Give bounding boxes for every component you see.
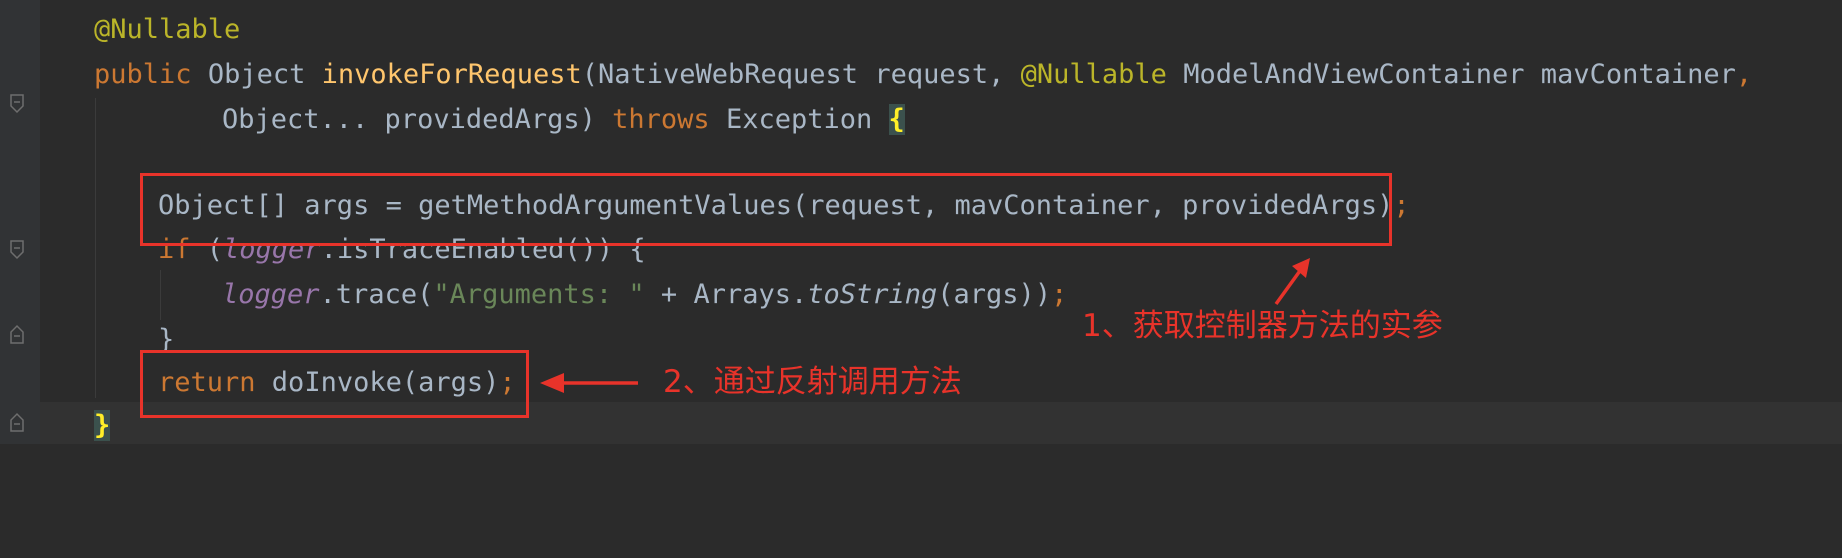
highlight-box-return [140,350,529,418]
signature-text: Exception [709,104,889,135]
logger-field: logger [222,279,320,310]
annotation-token: @Nullable [94,14,241,45]
arrow-left-icon [540,373,638,393]
code-line-1: @Nullable [94,8,240,52]
signature-text: ModelAndViewContainer mavContainer [1166,59,1736,90]
signature-text: (NativeWebRequest request, [581,59,1021,90]
code-line-7: logger.trace("Arguments: " + Arrays.toSt… [222,273,1067,317]
comma-token: , [1735,59,1753,90]
callout-reflection-invoke: 2、通过反射调用方法 [663,364,962,400]
close-brace: } [94,410,111,441]
type-token: Object [207,59,306,90]
code-line-3: Object... providedArgs) throws Exception… [222,98,905,142]
trace-text: + Arrays. [644,279,808,310]
signature-text: Object... providedArgs) [222,104,613,135]
code-line-2: public Object invokeForRequest(NativeWeb… [94,53,1752,97]
annotation-token: @Nullable [1020,59,1167,90]
keyword-throws: throws [612,104,710,135]
static-method: toString [807,279,938,310]
arrow-up-icon [1274,258,1310,306]
open-brace: { [888,104,905,135]
highlight-box-args [140,173,1392,246]
semicolon-token: ; [1393,190,1410,221]
code-line-10: } [94,404,111,448]
trace-text: .trace( [319,279,434,310]
trace-text: (args)) [937,279,1052,310]
keyword-public: public [94,59,192,90]
method-name: invokeForRequest [321,59,582,90]
semicolon-token: ; [1051,279,1068,310]
callout-get-arguments: 1、获取控制器方法的实参 [1082,308,1443,344]
string-literal: "Arguments: " [433,279,645,310]
